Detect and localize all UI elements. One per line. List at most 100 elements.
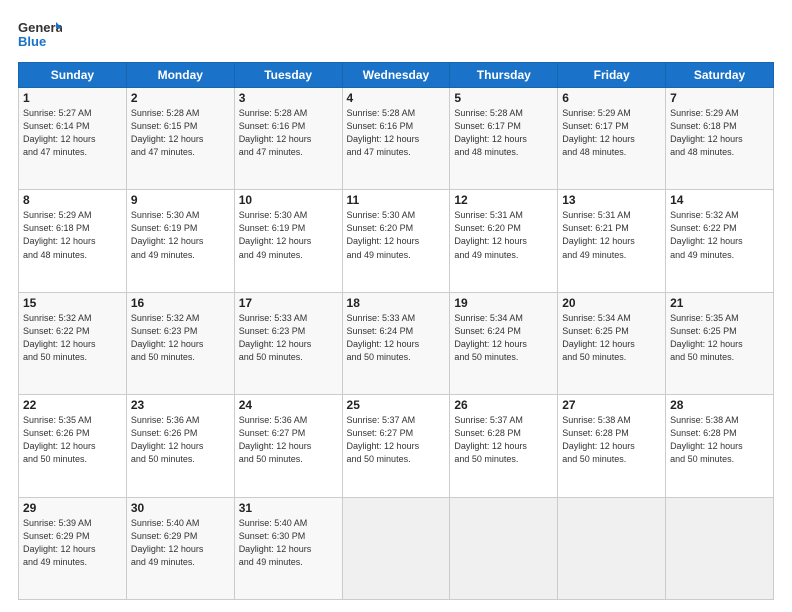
- day-number: 31: [239, 501, 338, 515]
- day-info: Sunrise: 5:30 AM Sunset: 6:19 PM Dayligh…: [131, 209, 230, 261]
- calendar-header-thursday: Thursday: [450, 63, 558, 88]
- day-number: 26: [454, 398, 553, 412]
- day-number: 8: [23, 193, 122, 207]
- day-number: 21: [670, 296, 769, 310]
- day-info: Sunrise: 5:38 AM Sunset: 6:28 PM Dayligh…: [562, 414, 661, 466]
- day-number: 25: [347, 398, 446, 412]
- calendar-cell: 3 Sunrise: 5:28 AM Sunset: 6:16 PM Daylig…: [234, 88, 342, 190]
- day-number: 20: [562, 296, 661, 310]
- calendar-cell: 14 Sunrise: 5:32 AM Sunset: 6:22 PM Dayli…: [666, 190, 774, 292]
- logo: General Blue: [18, 18, 62, 54]
- calendar-header-saturday: Saturday: [666, 63, 774, 88]
- day-info: Sunrise: 5:36 AM Sunset: 6:26 PM Dayligh…: [131, 414, 230, 466]
- day-info: Sunrise: 5:29 AM Sunset: 6:17 PM Dayligh…: [562, 107, 661, 159]
- calendar-header-row: SundayMondayTuesdayWednesdayThursdayFrid…: [19, 63, 774, 88]
- day-info: Sunrise: 5:28 AM Sunset: 6:15 PM Dayligh…: [131, 107, 230, 159]
- calendar-cell: 10Sunrise: 5:30 AM Sunset: 6:19 PM Dayli…: [234, 190, 342, 292]
- calendar-cell: 15 Sunrise: 5:32 AM Sunset: 6:22 PM Dayli…: [19, 292, 127, 394]
- day-info: Sunrise: 5:30 AM Sunset: 6:20 PM Dayligh…: [347, 209, 446, 261]
- calendar-cell: 29 Sunrise: 5:39 AM Sunset: 6:29 PM Dayli…: [19, 497, 127, 599]
- day-number: 14: [670, 193, 769, 207]
- day-info: Sunrise: 5:28 AM Sunset: 6:16 PM Dayligh…: [347, 107, 446, 159]
- calendar-header-tuesday: Tuesday: [234, 63, 342, 88]
- calendar-cell: [342, 497, 450, 599]
- calendar-cell: 7 Sunrise: 5:29 AM Sunset: 6:18 PM Daylig…: [666, 88, 774, 190]
- calendar-cell: 16Sunrise: 5:32 AM Sunset: 6:23 PM Dayli…: [126, 292, 234, 394]
- day-number: 3: [239, 91, 338, 105]
- calendar-cell: 6 Sunrise: 5:29 AM Sunset: 6:17 PM Daylig…: [558, 88, 666, 190]
- calendar-cell: 30 Sunrise: 5:40 AM Sunset: 6:29 PM Dayli…: [126, 497, 234, 599]
- day-number: 5: [454, 91, 553, 105]
- day-number: 28: [670, 398, 769, 412]
- day-info: Sunrise: 5:32 AM Sunset: 6:22 PM Dayligh…: [23, 312, 122, 364]
- calendar-week-row: 15 Sunrise: 5:32 AM Sunset: 6:22 PM Dayli…: [19, 292, 774, 394]
- calendar-cell: 22Sunrise: 5:35 AM Sunset: 6:26 PM Dayli…: [19, 395, 127, 497]
- calendar-cell: [558, 497, 666, 599]
- day-info: Sunrise: 5:37 AM Sunset: 6:27 PM Dayligh…: [347, 414, 446, 466]
- day-info: Sunrise: 5:40 AM Sunset: 6:29 PM Dayligh…: [131, 517, 230, 569]
- logo-svg: General Blue: [18, 18, 62, 54]
- svg-text:General: General: [18, 20, 62, 35]
- calendar-table: SundayMondayTuesdayWednesdayThursdayFrid…: [18, 62, 774, 600]
- day-info: Sunrise: 5:40 AM Sunset: 6:30 PM Dayligh…: [239, 517, 338, 569]
- svg-text:Blue: Blue: [18, 34, 46, 49]
- calendar-cell: 4 Sunrise: 5:28 AM Sunset: 6:16 PM Daylig…: [342, 88, 450, 190]
- day-number: 24: [239, 398, 338, 412]
- day-number: 9: [131, 193, 230, 207]
- day-info: Sunrise: 5:38 AM Sunset: 6:28 PM Dayligh…: [670, 414, 769, 466]
- day-info: Sunrise: 5:33 AM Sunset: 6:24 PM Dayligh…: [347, 312, 446, 364]
- day-info: Sunrise: 5:28 AM Sunset: 6:17 PM Dayligh…: [454, 107, 553, 159]
- calendar-cell: 18 Sunrise: 5:33 AM Sunset: 6:24 PM Dayli…: [342, 292, 450, 394]
- day-number: 10: [239, 193, 338, 207]
- day-number: 7: [670, 91, 769, 105]
- calendar-cell: 17Sunrise: 5:33 AM Sunset: 6:23 PM Dayli…: [234, 292, 342, 394]
- calendar-cell: [666, 497, 774, 599]
- day-number: 17: [239, 296, 338, 310]
- calendar-cell: 9 Sunrise: 5:30 AM Sunset: 6:19 PM Daylig…: [126, 190, 234, 292]
- day-info: Sunrise: 5:28 AM Sunset: 6:16 PM Dayligh…: [239, 107, 338, 159]
- day-info: Sunrise: 5:34 AM Sunset: 6:25 PM Dayligh…: [562, 312, 661, 364]
- day-number: 15: [23, 296, 122, 310]
- calendar-cell: 2 Sunrise: 5:28 AM Sunset: 6:15 PM Daylig…: [126, 88, 234, 190]
- day-info: Sunrise: 5:39 AM Sunset: 6:29 PM Dayligh…: [23, 517, 122, 569]
- header: General Blue: [18, 18, 774, 54]
- day-info: Sunrise: 5:34 AM Sunset: 6:24 PM Dayligh…: [454, 312, 553, 364]
- calendar-cell: 1 Sunrise: 5:27 AM Sunset: 6:14 PM Daylig…: [19, 88, 127, 190]
- calendar-cell: 27Sunrise: 5:38 AM Sunset: 6:28 PM Dayli…: [558, 395, 666, 497]
- day-info: Sunrise: 5:32 AM Sunset: 6:22 PM Dayligh…: [670, 209, 769, 261]
- calendar-header-sunday: Sunday: [19, 63, 127, 88]
- day-info: Sunrise: 5:29 AM Sunset: 6:18 PM Dayligh…: [670, 107, 769, 159]
- calendar-cell: 5 Sunrise: 5:28 AM Sunset: 6:17 PM Daylig…: [450, 88, 558, 190]
- day-number: 13: [562, 193, 661, 207]
- calendar-cell: 11 Sunrise: 5:30 AM Sunset: 6:20 PM Dayli…: [342, 190, 450, 292]
- day-info: Sunrise: 5:31 AM Sunset: 6:20 PM Dayligh…: [454, 209, 553, 261]
- day-info: Sunrise: 5:27 AM Sunset: 6:14 PM Dayligh…: [23, 107, 122, 159]
- day-number: 16: [131, 296, 230, 310]
- day-number: 18: [347, 296, 446, 310]
- day-info: Sunrise: 5:31 AM Sunset: 6:21 PM Dayligh…: [562, 209, 661, 261]
- day-info: Sunrise: 5:29 AM Sunset: 6:18 PM Dayligh…: [23, 209, 122, 261]
- day-info: Sunrise: 5:35 AM Sunset: 6:25 PM Dayligh…: [670, 312, 769, 364]
- calendar-cell: 23 Sunrise: 5:36 AM Sunset: 6:26 PM Dayli…: [126, 395, 234, 497]
- calendar-cell: 31 Sunrise: 5:40 AM Sunset: 6:30 PM Dayli…: [234, 497, 342, 599]
- day-number: 1: [23, 91, 122, 105]
- calendar-cell: 24Sunrise: 5:36 AM Sunset: 6:27 PM Dayli…: [234, 395, 342, 497]
- calendar-header-monday: Monday: [126, 63, 234, 88]
- calendar-week-row: 29 Sunrise: 5:39 AM Sunset: 6:29 PM Dayli…: [19, 497, 774, 599]
- day-number: 23: [131, 398, 230, 412]
- calendar-cell: 20 Sunrise: 5:34 AM Sunset: 6:25 PM Dayli…: [558, 292, 666, 394]
- day-number: 29: [23, 501, 122, 515]
- calendar-cell: 12Sunrise: 5:31 AM Sunset: 6:20 PM Dayli…: [450, 190, 558, 292]
- day-info: Sunrise: 5:37 AM Sunset: 6:28 PM Dayligh…: [454, 414, 553, 466]
- calendar-header-friday: Friday: [558, 63, 666, 88]
- day-number: 30: [131, 501, 230, 515]
- calendar-week-row: 22Sunrise: 5:35 AM Sunset: 6:26 PM Dayli…: [19, 395, 774, 497]
- day-info: Sunrise: 5:35 AM Sunset: 6:26 PM Dayligh…: [23, 414, 122, 466]
- day-number: 4: [347, 91, 446, 105]
- day-number: 2: [131, 91, 230, 105]
- calendar-header-wednesday: Wednesday: [342, 63, 450, 88]
- calendar-cell: 28 Sunrise: 5:38 AM Sunset: 6:28 PM Dayli…: [666, 395, 774, 497]
- calendar-cell: 19Sunrise: 5:34 AM Sunset: 6:24 PM Dayli…: [450, 292, 558, 394]
- day-number: 11: [347, 193, 446, 207]
- day-number: 6: [562, 91, 661, 105]
